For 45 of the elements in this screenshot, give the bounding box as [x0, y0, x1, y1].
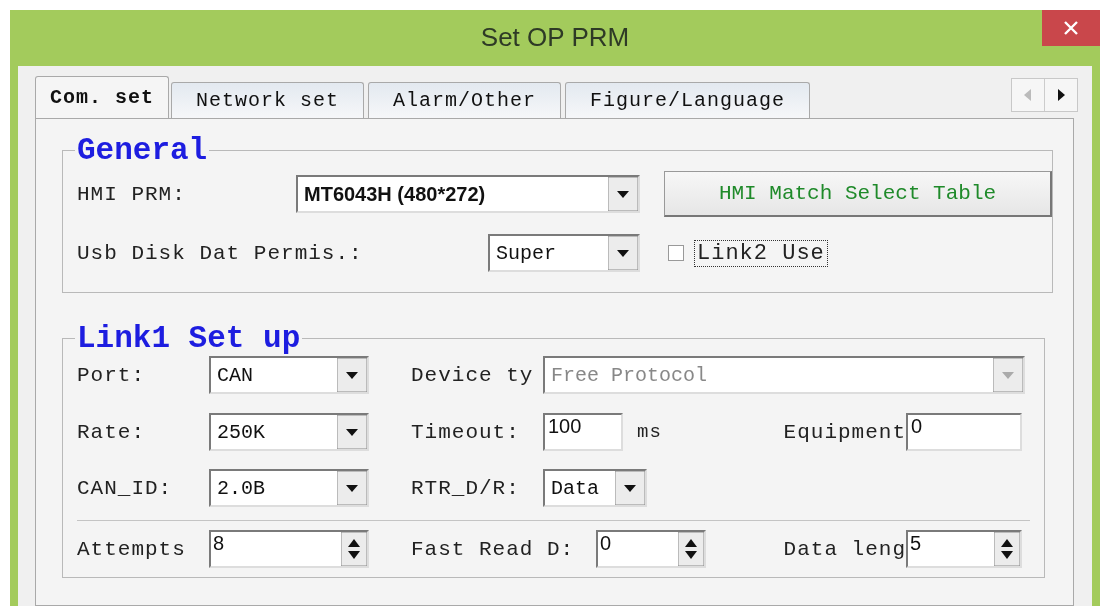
checkbox[interactable] — [668, 245, 684, 261]
dropdown-arrow-icon[interactable] — [608, 236, 638, 270]
tab[interactable]: Figure/Language — [565, 82, 811, 118]
checkbox-label[interactable]: Link2 Use — [694, 239, 828, 267]
dropdown[interactable]: 2.0B — [209, 469, 369, 507]
field-label: Usb Disk Dat Permis.: — [77, 241, 364, 265]
dropdown-arrow-icon[interactable] — [337, 358, 367, 392]
dropdown[interactable]: CAN — [209, 356, 369, 394]
spinner-arrows-icon[interactable] — [994, 532, 1020, 566]
group-title: General — [76, 133, 209, 168]
field-label: HMI PRM: — [77, 182, 187, 206]
field-label: Equipment — [783, 420, 906, 444]
text-field[interactable]: 0 — [906, 413, 1022, 451]
unit-label: ms — [637, 421, 662, 443]
field-label: Rate: — [77, 420, 146, 444]
spinner-arrows-icon[interactable] — [678, 532, 704, 566]
spinner-field[interactable]: 8 — [209, 530, 369, 568]
field-label: Device ty — [411, 363, 535, 387]
tab[interactable]: Network set — [171, 82, 365, 118]
close-button[interactable] — [1042, 10, 1100, 46]
dropdown-arrow-icon[interactable] — [608, 177, 638, 211]
field-label: Data leng — [783, 537, 906, 561]
field-label: RTR_D/R: — [411, 476, 521, 500]
field-label: Fast Read D: — [411, 537, 576, 561]
dropdown[interactable]: MT6043H (480*272) — [296, 175, 640, 213]
field-label: Timeout: — [411, 420, 521, 444]
dropdown[interactable]: 250K — [209, 413, 369, 451]
spinner-field[interactable]: 5 — [906, 530, 1022, 568]
field-label: Port: — [77, 363, 146, 387]
match-table-button[interactable]: HMI Match Select Table — [664, 171, 1052, 217]
tab[interactable]: Alarm/Other — [368, 82, 562, 118]
field-label: CAN_ID: — [77, 476, 174, 500]
text-field[interactable]: 100 — [543, 413, 623, 451]
field-label: Attempts — [77, 537, 187, 561]
tab[interactable]: Com. set — [35, 76, 169, 118]
spinner-arrows-icon[interactable] — [341, 532, 367, 566]
close-icon — [1063, 20, 1079, 36]
dropdown-arrow-icon[interactable] — [615, 471, 645, 505]
dropdown-arrow-icon[interactable] — [337, 471, 367, 505]
window-title: Set OP PRM — [479, 21, 631, 53]
spinner-field[interactable]: 0 — [596, 530, 706, 568]
group-title: Link1 Set up — [76, 321, 302, 356]
dropdown[interactable]: Super — [488, 234, 640, 272]
dropdown[interactable]: Data — [543, 469, 647, 507]
dropdown-arrow-icon[interactable] — [337, 415, 367, 449]
